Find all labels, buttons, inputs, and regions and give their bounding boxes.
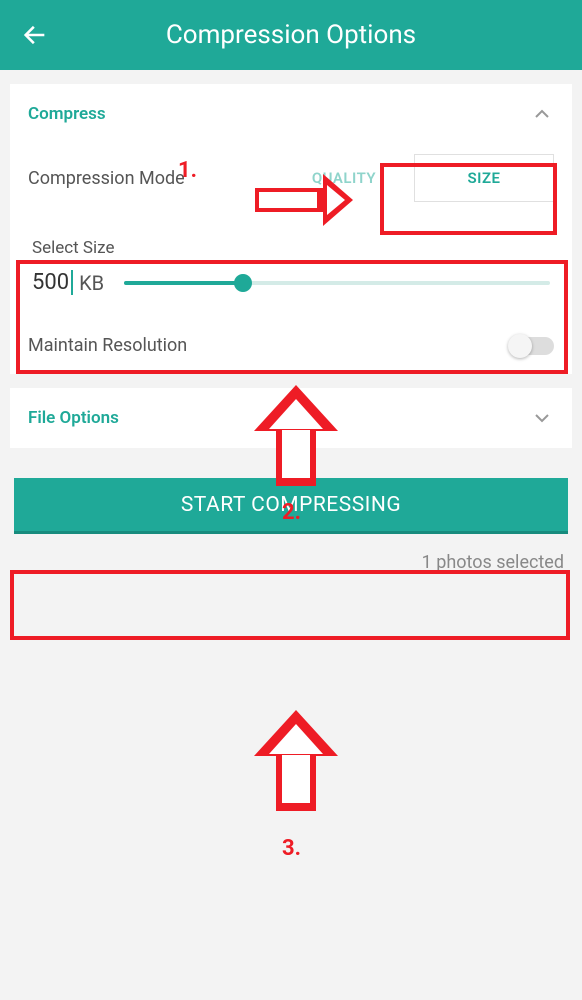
size-value-input[interactable]: 500	[32, 270, 73, 295]
app-header: Compression Options	[0, 0, 582, 70]
chevron-down-icon	[530, 406, 554, 430]
maintain-resolution-row: Maintain Resolution	[28, 335, 554, 356]
compress-panel-title: Compress	[28, 104, 106, 124]
maintain-resolution-toggle[interactable]	[510, 337, 554, 355]
file-options-panel[interactable]: File Options	[10, 388, 572, 448]
compress-panel-header[interactable]: Compress	[28, 102, 554, 126]
annotation-box-start	[10, 570, 570, 640]
select-size-label: Select Size	[32, 238, 550, 258]
mode-toggle-group: QUALITY SIZE	[274, 154, 554, 202]
annotation-label-3: 3.	[282, 836, 301, 861]
start-button-container: START COMPRESSING	[14, 478, 568, 534]
size-unit-label: KB	[79, 271, 104, 295]
page-title: Compression Options	[50, 20, 532, 50]
size-input-row: 500 KB	[32, 270, 550, 295]
compression-mode-row: Compression Mode QUALITY SIZE	[28, 154, 554, 202]
chevron-up-icon	[530, 102, 554, 126]
compress-panel: Compress Compression Mode QUALITY SIZE S…	[10, 84, 572, 374]
start-compressing-button[interactable]: START COMPRESSING	[14, 478, 568, 534]
select-size-section: Select Size 500 KB	[28, 228, 554, 309]
back-arrow-icon[interactable]	[20, 20, 50, 50]
maintain-resolution-label: Maintain Resolution	[28, 335, 187, 356]
file-options-title: File Options	[28, 408, 119, 428]
slider-thumb[interactable]	[234, 274, 252, 292]
quality-mode-button[interactable]: QUALITY	[274, 154, 414, 202]
size-mode-button[interactable]: SIZE	[414, 154, 554, 202]
compression-mode-label: Compression Mode	[28, 168, 185, 189]
photos-selected-label: 1 photos selected	[0, 552, 564, 573]
size-slider[interactable]	[124, 273, 550, 293]
